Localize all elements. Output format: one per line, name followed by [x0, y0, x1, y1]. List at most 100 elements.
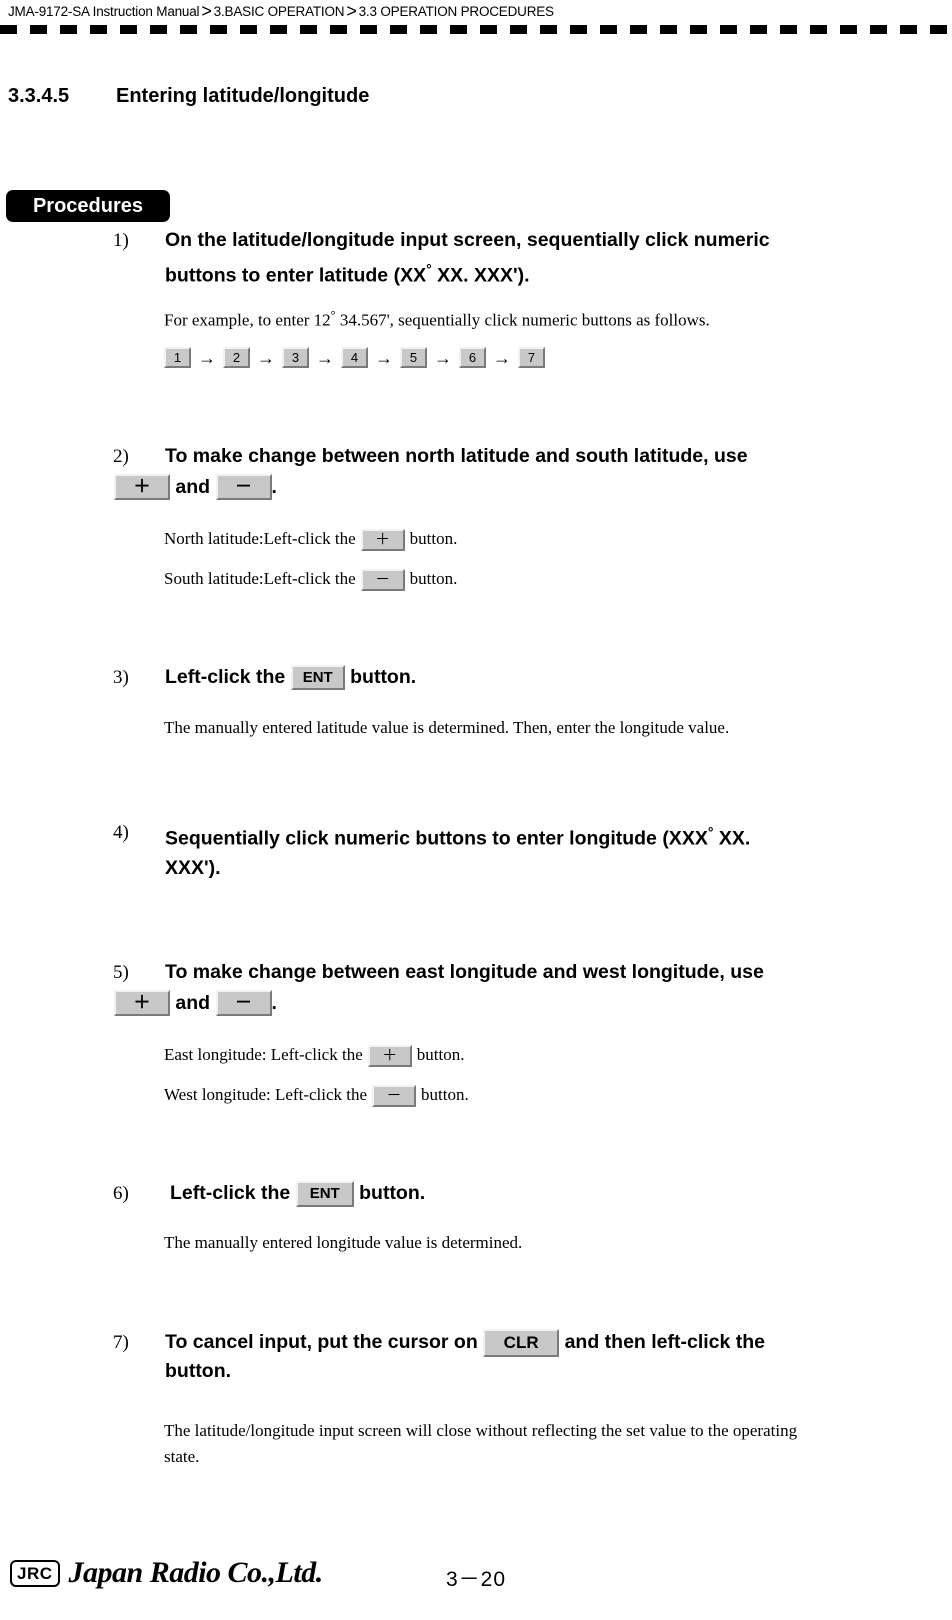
- key-minus[interactable]: －: [360, 569, 405, 592]
- key-ent[interactable]: ENT: [290, 665, 345, 691]
- numeric-sequence: 1 → 2 → 3 → 4 → 5 → 6 → 7: [164, 344, 545, 370]
- key-5[interactable]: 5: [400, 347, 427, 369]
- step-1: 1) On the latitude/longitude input scree…: [113, 226, 923, 291]
- step-6-heading: Left-click the ENT button.: [170, 1179, 923, 1208]
- breadcrumb-manual: JMA-9172-SA Instruction Manual: [8, 4, 200, 19]
- key-plus[interactable]: ＋: [360, 529, 405, 552]
- step-5-conjunction: and: [175, 992, 211, 1014]
- step-2-marker: 2): [113, 446, 129, 467]
- step-4-heading-line-1: Sequentially click numeric buttons to en…: [165, 818, 923, 854]
- step-6-body: The manually entered longitude value is …: [164, 1233, 523, 1252]
- breadcrumb-separator-2: >: [346, 1, 357, 21]
- procedures-badge: Procedures: [6, 190, 170, 222]
- breadcrumb-separator-1: >: [201, 1, 212, 21]
- step-4-heading-line-1-a: Sequentially click numeric buttons to en…: [165, 827, 708, 850]
- sequence-arrow-icon: →: [316, 347, 334, 368]
- step-2-heading-line-2: ＋ and －.: [114, 473, 923, 502]
- south-latitude-note-pre: South latitude:Left-click the: [164, 569, 356, 588]
- step-6-heading-post: button.: [359, 1182, 426, 1204]
- step-5-heading: To make change between east longitude an…: [114, 958, 923, 1018]
- page-title: 3.3.4.5 Entering latitude/longitude: [8, 85, 369, 108]
- page-number: 3－20: [445, 1568, 507, 1591]
- key-3[interactable]: 3: [282, 347, 309, 369]
- key-plus[interactable]: ＋: [114, 989, 170, 1016]
- step-3-heading-pre: Left-click the: [165, 666, 286, 688]
- step-3-body: The manually entered latitude value is d…: [164, 718, 730, 737]
- east-longitude-note: East longitude: Left-click the ＋ button.: [164, 1042, 464, 1068]
- step-5-heading-line-1: To make change between east longitude an…: [165, 961, 764, 983]
- step-1-heading-line-2-b: XX: [431, 264, 464, 287]
- north-latitude-note: North latitude:Left-click the ＋ button.: [164, 526, 457, 552]
- step-1-marker: 1): [113, 230, 129, 251]
- step-4-marker: 4): [113, 822, 129, 843]
- south-latitude-note-post: button.: [409, 569, 458, 588]
- step-5-marker: 5): [113, 962, 129, 983]
- key-1[interactable]: 1: [164, 347, 191, 369]
- step-7-heading-line-2: button.: [165, 1360, 232, 1382]
- key-ent[interactable]: ENT: [295, 1180, 354, 1207]
- step-5-heading-line-2: ＋ and －.: [114, 989, 923, 1018]
- step-7: 7) To cancel input, put the cursor on CL…: [113, 1328, 923, 1386]
- step-4-heading-line-1-c: .: [744, 827, 751, 850]
- sequence-arrow-icon: →: [493, 347, 511, 368]
- step-5-period: .: [271, 992, 277, 1014]
- step-7-marker: 7): [113, 1332, 129, 1353]
- step-1-heading-line-2-a: buttons to enter latitude (XX: [165, 264, 427, 287]
- breadcrumb: JMA-9172-SA Instruction Manual >3.BASIC O…: [8, 0, 944, 21]
- step-1-example-b: 34.567', sequentially click numeric butt…: [335, 310, 710, 330]
- step-1-heading-line-1: On the latitude/longitude input screen, …: [165, 229, 770, 251]
- step-2-conjunction: and: [175, 476, 211, 498]
- west-longitude-note-post: button.: [421, 1085, 469, 1104]
- step-7-heading-pre: To cancel input, put the cursor on: [165, 1331, 478, 1353]
- key-6[interactable]: 6: [459, 347, 486, 369]
- step-5: 5) To make change between east longitude…: [113, 958, 923, 1018]
- step-2-heading-line-1: To make change between north latitude an…: [165, 445, 748, 467]
- step-6: 6) Left-click the ENT button.: [113, 1179, 923, 1208]
- step-3-marker: 3): [113, 667, 129, 688]
- sequence-arrow-icon: →: [434, 347, 452, 368]
- step-3-heading-post: button.: [350, 666, 417, 688]
- step-1-example: For example, to enter 12° 34.567', seque…: [164, 302, 924, 334]
- key-minus[interactable]: －: [215, 473, 272, 500]
- step-6-heading-pre: Left-click the: [170, 1182, 291, 1204]
- step-2-period: .: [271, 476, 277, 498]
- key-7[interactable]: 7: [518, 347, 545, 369]
- section-number: 3.3.4.5: [8, 85, 70, 107]
- step-7-heading-line-1: To cancel input, put the cursor on CLR a…: [165, 1328, 923, 1357]
- east-longitude-note-pre: East longitude: Left-click the: [164, 1045, 363, 1064]
- south-latitude-note: South latitude:Left-click the － button.: [164, 566, 457, 592]
- key-4[interactable]: 4: [341, 347, 368, 369]
- step-1-example-a: For example, to enter 12: [164, 310, 331, 330]
- key-minus[interactable]: －: [215, 989, 272, 1016]
- step-6-marker: 6): [113, 1183, 129, 1204]
- step-2-heading: To make change between north latitude an…: [114, 442, 923, 502]
- key-plus[interactable]: ＋: [367, 1045, 412, 1068]
- header-divider: [0, 25, 952, 34]
- step-2: 2) To make change between north latitude…: [113, 442, 923, 502]
- key-2[interactable]: 2: [223, 347, 250, 369]
- step-7-heading-post: and then left-click the: [564, 1331, 766, 1353]
- sequence-arrow-icon: →: [198, 347, 216, 368]
- step-4-heading-line-1-b: XX: [713, 827, 745, 850]
- step-1-heading-line-2: buttons to enter latitude (XX° XX. XXX')…: [165, 255, 923, 291]
- section-title-text: Entering latitude/longitude: [116, 85, 370, 107]
- breadcrumb-section: 3.3 OPERATION PROCEDURES: [358, 4, 554, 19]
- step-7-body-line-1: The latitude/longitude input screen will…: [164, 1421, 798, 1440]
- breadcrumb-chapter: 3.BASIC OPERATION: [213, 4, 345, 19]
- step-3: 3) Left-click the ENT button.: [113, 663, 923, 692]
- key-minus[interactable]: －: [372, 1085, 417, 1108]
- step-4-heading-line-2: XXX').: [165, 856, 221, 879]
- west-longitude-note: West longitude: Left-click the － button.: [164, 1082, 469, 1108]
- step-3-heading: Left-click the ENT button.: [165, 663, 923, 692]
- step-7-body: The latitude/longitude input screen will…: [164, 1418, 924, 1470]
- step-7-heading: To cancel input, put the cursor on CLR a…: [165, 1328, 923, 1386]
- north-latitude-note-pre: North latitude:Left-click the: [164, 529, 356, 548]
- north-latitude-note-post: button.: [409, 529, 458, 548]
- step-4-heading: Sequentially click numeric buttons to en…: [165, 818, 923, 883]
- west-longitude-note-pre: West longitude: Left-click the: [164, 1085, 368, 1104]
- step-4: 4) Sequentially click numeric buttons to…: [113, 818, 923, 883]
- key-plus[interactable]: ＋: [114, 473, 170, 500]
- sequence-arrow-icon: →: [375, 347, 393, 368]
- step-1-heading-line-2-c: . XXX').: [463, 264, 530, 287]
- key-clr[interactable]: CLR: [483, 1328, 560, 1357]
